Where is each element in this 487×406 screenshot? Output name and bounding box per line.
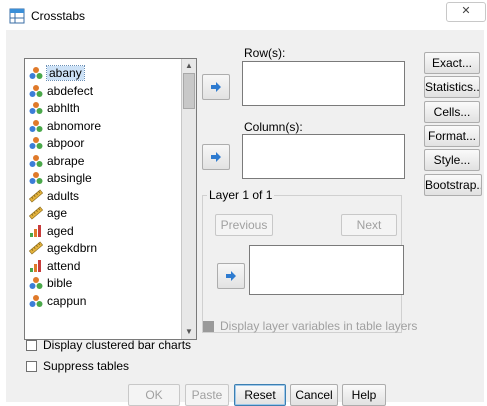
previous-layer-button[interactable]: Previous xyxy=(215,214,273,236)
arrow-right-icon xyxy=(211,82,221,92)
variable-list-item[interactable]: abnomore xyxy=(29,118,179,134)
variable-list-item[interactable]: abrape xyxy=(29,153,179,169)
variable-name: abpoor xyxy=(47,136,85,150)
move-to-rows-button[interactable] xyxy=(202,74,230,100)
cells-button[interactable]: Cells... xyxy=(424,101,480,123)
variable-list-item[interactable]: abpoor xyxy=(29,135,179,151)
variable-list-item[interactable]: adults xyxy=(29,188,179,204)
scroll-up-icon[interactable]: ▲ xyxy=(182,59,196,73)
variable-list-item[interactable]: absingle xyxy=(29,170,179,186)
suppress-tables-option[interactable]: Suppress tables xyxy=(26,359,129,373)
help-button[interactable]: Help xyxy=(342,384,386,406)
crosstabs-app-icon xyxy=(9,8,25,24)
variable-name: agekdbrn xyxy=(47,241,98,255)
variable-name: abdefect xyxy=(47,83,94,98)
scroll-thumb[interactable] xyxy=(183,73,195,109)
suppress-tables-label: Suppress tables xyxy=(43,359,130,373)
move-to-columns-button[interactable] xyxy=(202,144,230,170)
variable-name: abany xyxy=(46,65,85,81)
window-title: Crosstabs xyxy=(31,9,86,23)
clustered-bar-label: Display clustered bar charts xyxy=(43,338,192,352)
nominal-variable-icon xyxy=(29,277,43,289)
reset-button[interactable]: Reset xyxy=(234,384,286,406)
nominal-variable-icon xyxy=(29,294,43,307)
source-variable-list[interactable]: abany abdefect abhlth abnomore abpoor abrape a… xyxy=(24,58,197,340)
variable-name: absingle xyxy=(47,171,92,185)
rows-target-list[interactable] xyxy=(242,61,405,106)
ok-button[interactable]: OK xyxy=(128,384,180,406)
display-layer-vars-label: Display layer variables in table layers xyxy=(220,319,418,333)
clustered-bar-option[interactable]: Display clustered bar charts xyxy=(26,338,191,352)
exact-button[interactable]: Exact... xyxy=(424,52,480,74)
nominal-variable-icon xyxy=(29,172,43,184)
nominal-variable-icon xyxy=(29,67,43,79)
ordinal-variable-icon xyxy=(30,224,41,237)
title-bar: Crosstabs ✕ xyxy=(0,0,487,32)
arrow-right-icon xyxy=(226,271,236,281)
variable-list-item[interactable]: agekdbrn xyxy=(29,240,179,256)
display-layer-vars-option[interactable]: Display layer variables in table layers xyxy=(203,319,417,333)
paste-button[interactable]: Paste xyxy=(185,384,229,406)
cancel-button[interactable]: Cancel xyxy=(290,384,338,406)
variable-list-item[interactable]: cappun xyxy=(29,293,179,309)
close-button[interactable]: ✕ xyxy=(446,2,486,22)
nominal-variable-icon xyxy=(29,137,43,149)
suppress-tables-checkbox[interactable] xyxy=(26,361,37,372)
variable-name: abrape xyxy=(47,153,85,168)
close-icon: ✕ xyxy=(461,5,471,17)
variable-list-scrollbar[interactable]: ▲ ▼ xyxy=(181,59,196,339)
display-layer-vars-checkbox[interactable] xyxy=(203,321,214,332)
scale-variable-icon xyxy=(29,241,43,255)
style-button[interactable]: Style... xyxy=(424,149,480,171)
variable-name: abnomore xyxy=(47,118,102,133)
rows-label: Row(s): xyxy=(244,46,286,60)
variable-list-item[interactable]: aged xyxy=(29,223,179,239)
variable-list-item[interactable]: age xyxy=(29,205,179,221)
layer-target-list[interactable] xyxy=(249,245,404,295)
variable-name: abhlth xyxy=(47,101,80,115)
format-button[interactable]: Format... xyxy=(424,125,480,147)
variable-name: adults xyxy=(47,188,80,203)
variable-list-item[interactable]: abany xyxy=(29,65,179,81)
next-layer-button[interactable]: Next xyxy=(341,214,397,236)
variable-list-item[interactable]: abhlth xyxy=(29,100,179,116)
clustered-bar-checkbox[interactable] xyxy=(26,340,37,351)
nominal-variable-icon xyxy=(29,154,43,167)
variable-name: attend xyxy=(47,258,81,273)
variable-list-item[interactable]: bible xyxy=(29,275,179,291)
variable-name: cappun xyxy=(47,293,87,308)
bootstrap-button[interactable]: Bootstrap... xyxy=(424,174,482,196)
arrow-right-icon xyxy=(211,152,221,162)
variable-name: bible xyxy=(47,276,73,290)
statistics-button[interactable]: Statistics... xyxy=(424,76,480,98)
nominal-variable-icon xyxy=(29,119,43,132)
variable-name: aged xyxy=(47,223,74,238)
layer-label: Layer 1 of 1 xyxy=(207,188,275,202)
nominal-variable-icon xyxy=(29,84,43,97)
columns-target-list[interactable] xyxy=(242,134,405,179)
columns-label: Column(s): xyxy=(244,120,303,134)
scroll-down-icon[interactable]: ▼ xyxy=(182,325,196,339)
ordinal-variable-icon xyxy=(30,259,41,272)
scale-variable-icon xyxy=(29,206,43,220)
dialog-body: abany abdefect abhlth abnomore abpoor abrape a… xyxy=(6,30,484,406)
move-to-layer-button[interactable] xyxy=(217,263,245,289)
variable-name: age xyxy=(47,206,68,220)
scale-variable-icon xyxy=(29,189,43,202)
nominal-variable-icon xyxy=(29,102,43,114)
variable-list-item[interactable]: attend xyxy=(29,258,179,274)
variable-list-item[interactable]: abdefect xyxy=(29,83,179,99)
